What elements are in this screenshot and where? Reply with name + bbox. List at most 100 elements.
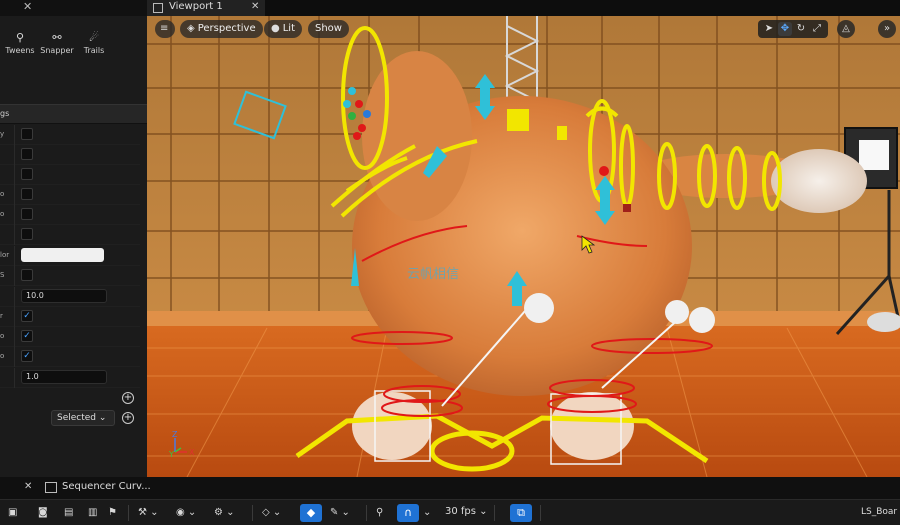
property-row: 1.0	[0, 368, 140, 388]
lit-button[interactable]: ● Lit	[264, 20, 303, 38]
column-divider[interactable]	[14, 327, 15, 347]
move-icon[interactable]: ✥	[778, 22, 792, 36]
property-checkbox[interactable]	[21, 188, 33, 200]
viewport-menu-button[interactable]: ≡	[155, 20, 175, 38]
property-row: y	[0, 125, 140, 145]
select-icon[interactable]: ➤	[762, 22, 776, 36]
tab-label: Viewport 1	[169, 1, 223, 12]
property-checkbox[interactable]	[21, 208, 33, 220]
color-swatch[interactable]	[21, 248, 104, 262]
property-row: r ✓	[0, 307, 140, 327]
cat-tail-tip	[771, 149, 867, 213]
close-icon[interactable]: ✕	[24, 481, 32, 492]
pivot-point	[599, 166, 609, 176]
sequence-name[interactable]: LS_Boar	[861, 507, 897, 517]
render-icon[interactable]: ▥	[88, 506, 97, 520]
curve-editor-button[interactable]: ⧉	[510, 504, 532, 522]
tweens-icon: ⚲	[15, 31, 25, 44]
location-pin-icon[interactable]: ⚲	[376, 506, 383, 520]
bone-joint	[665, 300, 689, 324]
property-row: o	[0, 185, 140, 205]
world-space-icon[interactable]: ◬	[837, 20, 855, 38]
svg-text:Z: Z	[172, 430, 178, 439]
property-checkbox[interactable]: ✓	[21, 330, 33, 342]
perspective-button[interactable]: ◈ Perspective	[180, 20, 263, 38]
property-label: o	[0, 352, 5, 360]
property-label: r	[0, 312, 3, 320]
tab-sequencer-curves[interactable]: Sequencer Curv...	[45, 479, 155, 497]
property-checkbox[interactable]	[21, 269, 33, 281]
column-divider[interactable]	[14, 347, 15, 367]
camera-icon[interactable]: ◙	[38, 506, 48, 520]
property-row: S	[0, 266, 140, 286]
wrench-icon[interactable]: ⚒ ⌄	[138, 506, 159, 520]
tool-tweens[interactable]: ⚲ Tweens	[2, 30, 38, 64]
fps-dropdown[interactable]: 30 fps ⌄	[445, 506, 488, 517]
column-divider[interactable]	[14, 145, 15, 165]
add-icon[interactable]: +	[122, 412, 134, 424]
snap-magnet-button[interactable]: ∩	[397, 504, 419, 522]
property-row	[0, 225, 140, 245]
auto-key-button[interactable]: ◆	[300, 504, 322, 522]
number-field[interactable]: 1.0	[21, 370, 107, 384]
left-panel: ✕ ⚲ Tweens ⚯ Snapper ☄ Trails gs y o o l…	[0, 0, 147, 477]
column-divider[interactable]	[14, 368, 15, 388]
perspective-label: Perspective	[197, 23, 256, 34]
property-row: o ✓	[0, 327, 140, 347]
watermark: 云帆相信	[407, 267, 460, 282]
tab-viewport[interactable]: Viewport 1 ✕	[147, 0, 265, 16]
pen-icon[interactable]: ✎ ⌄	[330, 506, 350, 520]
selected-dropdown[interactable]: Selected ⌄	[51, 410, 115, 426]
property-label: o	[0, 210, 5, 218]
property-checkbox[interactable]	[21, 168, 33, 180]
property-checkbox[interactable]	[21, 228, 33, 240]
settings-section-header[interactable]: gs	[0, 104, 147, 124]
tool-trails[interactable]: ☄ Trails	[76, 30, 112, 64]
clapper-icon[interactable]: ▤	[64, 506, 73, 520]
add-icon[interactable]: +	[122, 392, 134, 404]
property-checkbox[interactable]	[21, 128, 33, 140]
column-divider[interactable]	[14, 266, 15, 286]
toolbar-separator	[366, 505, 367, 521]
eye-icon[interactable]: ◉ ⌄	[176, 506, 196, 520]
show-button[interactable]: Show	[308, 20, 349, 38]
viewport-tabbar: Viewport 1 ✕	[147, 0, 900, 16]
column-divider[interactable]	[14, 185, 15, 205]
close-icon[interactable]: ✕	[251, 1, 259, 12]
scale-icon[interactable]: ⤢	[810, 22, 824, 36]
property-checkbox[interactable]: ✓	[21, 310, 33, 322]
save-icon[interactable]: ▣	[8, 506, 17, 520]
column-divider[interactable]	[14, 246, 15, 266]
tool-snapper[interactable]: ⚯ Snapper	[39, 30, 75, 64]
snapper-icon: ⚯	[52, 31, 62, 44]
bone-joint	[689, 307, 715, 333]
viewport-icon	[153, 3, 163, 13]
property-checkbox[interactable]: ✓	[21, 350, 33, 362]
section-title: gs	[0, 109, 10, 118]
svg-text:X: X	[189, 448, 195, 457]
chevron-down-icon: ⌄	[479, 506, 488, 517]
chevron-down-icon: ⌄	[98, 413, 107, 423]
column-divider[interactable]	[14, 287, 15, 307]
trails-icon: ☄	[89, 31, 99, 44]
column-divider[interactable]	[14, 205, 15, 225]
property-label: lor	[0, 251, 10, 259]
property-row: o ✓	[0, 347, 140, 367]
chevron-down-icon[interactable]: ⌄	[423, 506, 431, 520]
viewport[interactable]: Z X Y 云帆相信 ≡ ◈ Perspective ● Lit Show ➤ ✥ …	[147, 16, 900, 477]
actors-icon[interactable]: ⚑	[108, 506, 117, 520]
toolbar-separator	[540, 505, 541, 521]
yellow-handle	[557, 126, 567, 140]
column-divider[interactable]	[14, 225, 15, 245]
close-icon[interactable]: ✕	[23, 0, 32, 13]
key-diamond-icon[interactable]: ◇ ⌄	[262, 506, 281, 520]
number-field[interactable]: 10.0	[21, 289, 107, 303]
column-divider[interactable]	[14, 125, 15, 145]
column-divider[interactable]	[14, 307, 15, 327]
column-divider[interactable]	[14, 165, 15, 185]
playback-icon[interactable]: ⚙ ⌄	[214, 506, 235, 520]
rotate-icon[interactable]: ↻	[794, 22, 808, 36]
more-options-icon[interactable]: »	[878, 20, 896, 38]
fps-label: 30 fps	[445, 506, 476, 517]
property-checkbox[interactable]	[21, 148, 33, 160]
